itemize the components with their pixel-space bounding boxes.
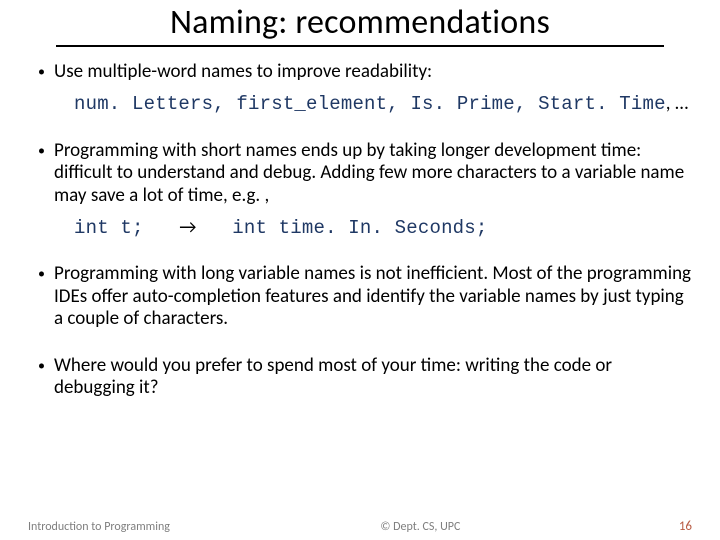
bullet-1: Use multiple-word names to improve reada… bbox=[38, 61, 692, 116]
bullet-3: Programming with long variable names is … bbox=[38, 263, 692, 330]
bullet-3-text: Programming with long variable names is … bbox=[54, 262, 691, 330]
bullet-1-text: Use multiple-word names to improve reada… bbox=[54, 60, 432, 83]
footer-center: © Dept. CS, UPC bbox=[170, 520, 671, 534]
code-names: num. Letters, first_element, Is. Prime, … bbox=[74, 93, 666, 115]
bullet-4-text: Where would you prefer to spend most of … bbox=[54, 354, 612, 399]
bullet-list: Use multiple-word names to improve reada… bbox=[38, 61, 692, 399]
slide-title: Naming: recommendations bbox=[56, 0, 664, 47]
bullet-4: Where would you prefer to spend most of … bbox=[38, 355, 692, 400]
code-left: int t; bbox=[74, 217, 144, 239]
footer-left: Introduction to Programming bbox=[28, 520, 170, 534]
bullet-2: Programming with short names ends up by … bbox=[38, 140, 692, 240]
page-number: 16 bbox=[679, 519, 692, 534]
slide: Naming: recommendations Use multiple-wor… bbox=[0, 0, 720, 540]
footer: Introduction to Programming © Dept. CS, … bbox=[28, 519, 692, 534]
bullet-2-code: int t; → int time. In. Seconds; bbox=[74, 217, 692, 239]
bullet-2-text: Programming with short names ends up by … bbox=[54, 139, 684, 207]
bullet-1-code: num. Letters, first_element, Is. Prime, … bbox=[74, 93, 692, 115]
arrow-icon: → bbox=[179, 217, 196, 239]
code-right: int time. In. Seconds; bbox=[232, 217, 487, 239]
code-ellipsis: , … bbox=[666, 92, 689, 115]
